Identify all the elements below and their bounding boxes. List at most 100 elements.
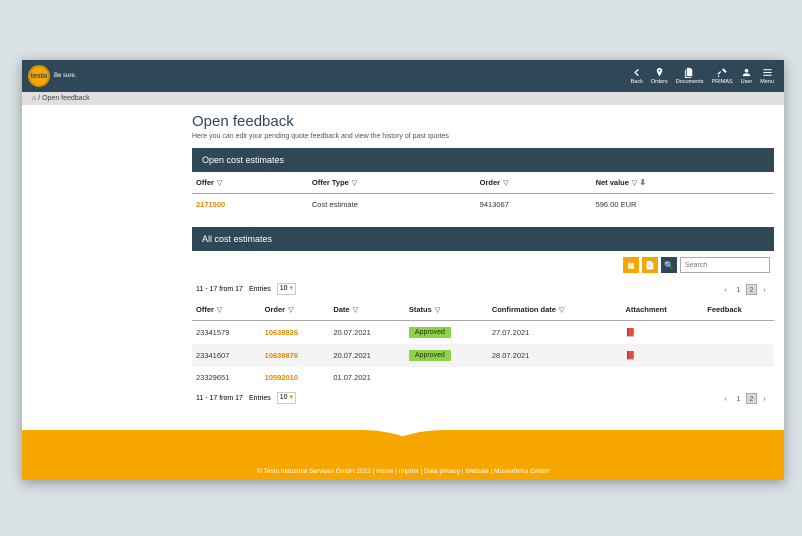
- filter-icon[interactable]: ▽: [632, 179, 637, 187]
- cell-date: 20.07.2021: [329, 321, 405, 345]
- col-date[interactable]: Date▽: [329, 299, 405, 321]
- nav-back[interactable]: Back: [631, 67, 643, 85]
- entries-select[interactable]: 10▾: [277, 283, 296, 295]
- offer-link[interactable]: 2171500: [196, 200, 225, 209]
- cell-confirmation: 27.07.2021: [488, 321, 622, 345]
- table-toolbar: ▦ 📄 🔍: [192, 251, 774, 279]
- pager-info: 11 - 17 from 17: [196, 286, 243, 293]
- app-window: testo Be sure. Back Orders Documents PRI…: [22, 60, 784, 480]
- footer-text[interactable]: © Testo Industrial Services GmbH 2022 | …: [257, 468, 549, 475]
- search-input[interactable]: [680, 257, 770, 273]
- table-row[interactable]: 2171500 Cost estimate 9413067 596.00 EUR: [192, 194, 774, 216]
- table-row[interactable]: 23341579 10638926 20.07.2021 Approved 27.07.…: [192, 321, 774, 345]
- filter-icon[interactable]: ▽: [217, 306, 222, 314]
- col-attachment[interactable]: Attachment: [622, 299, 704, 321]
- panel-open-estimates: Open cost estimates Offer▽ Offer Type▽ O…: [192, 148, 774, 215]
- entries-label: Entries: [249, 395, 271, 402]
- nav-menu-label: Menu: [760, 79, 774, 85]
- entries-select[interactable]: 10▾: [277, 392, 296, 404]
- nav-orders-label: Orders: [651, 79, 668, 85]
- documents-icon: [684, 67, 695, 78]
- table-row[interactable]: 23329651 10592010 01.07.2021: [192, 367, 774, 388]
- cell-status: Approved: [405, 344, 488, 367]
- all-estimates-table: Offer▽ Order▽ Date▽ Status▽ Confirmation…: [192, 299, 774, 388]
- nav-documents-label: Documents: [676, 79, 704, 85]
- cell-date: 20.07.2021: [329, 344, 405, 367]
- pager-page-1[interactable]: 1: [733, 284, 744, 295]
- cell-offer: 23329651: [192, 367, 261, 388]
- pager-prev[interactable]: ‹: [720, 284, 731, 295]
- nav-orders[interactable]: Orders: [651, 67, 668, 85]
- page-title: Open feedback: [192, 113, 774, 130]
- cell-feedback: [703, 321, 774, 345]
- cell-attachment: 📕: [622, 344, 704, 367]
- pager-next[interactable]: ›: [759, 393, 770, 404]
- status-badge: Approved: [409, 327, 451, 338]
- filter-icon[interactable]: ▽: [352, 179, 357, 187]
- nav-user-label: User: [741, 79, 753, 85]
- cell-confirmation: 28.07.2021: [488, 344, 622, 367]
- filter-icon[interactable]: ▽: [217, 179, 222, 187]
- cell-status: [405, 367, 488, 388]
- pager-next[interactable]: ›: [759, 284, 770, 295]
- cell-feedback: [703, 367, 774, 388]
- cell-status: Approved: [405, 321, 488, 345]
- col-status[interactable]: Status▽: [405, 299, 488, 321]
- header-bar: testo Be sure. Back Orders Documents PRI…: [22, 60, 784, 92]
- filter-icon[interactable]: ▽: [353, 306, 358, 314]
- table-row[interactable]: 23341607 10638876 20.07.2021 Approved 28.07.…: [192, 344, 774, 367]
- user-icon: [741, 67, 752, 78]
- cell-date: 01.07.2021: [329, 367, 405, 388]
- status-badge: Approved: [409, 350, 451, 361]
- cell-offer: 23341579: [192, 321, 261, 345]
- menu-icon: [762, 67, 773, 78]
- breadcrumb-current: Open feedback: [42, 95, 89, 102]
- pager-prev[interactable]: ‹: [720, 393, 731, 404]
- col-offer-type[interactable]: Offer Type▽: [308, 172, 476, 194]
- export-button[interactable]: 📄: [642, 257, 658, 273]
- pager-page-1[interactable]: 1: [733, 393, 744, 404]
- panel-all-title: All cost estimates: [192, 227, 774, 251]
- filter-icon[interactable]: ▽: [503, 179, 508, 187]
- cell-attachment: [622, 367, 704, 388]
- open-estimates-table: Offer▽ Offer Type▽ Order▽ Net value▽ ⬇ 2…: [192, 172, 774, 215]
- nav-user[interactable]: User: [741, 67, 753, 85]
- nav-primas[interactable]: PRIMAS: [712, 67, 733, 85]
- col-offer[interactable]: Offer▽: [192, 299, 261, 321]
- pager-page-2[interactable]: 2: [746, 393, 757, 404]
- order-link[interactable]: 10592010: [265, 373, 298, 382]
- page-subtitle: Here you can edit your pending quote fee…: [192, 133, 774, 140]
- pdf-icon[interactable]: 📕: [626, 328, 636, 337]
- cell-offer: 23341607: [192, 344, 261, 367]
- col-order[interactable]: Order▽: [261, 299, 330, 321]
- download-icon[interactable]: ⬇: [639, 178, 646, 187]
- cell-attachment: 📕: [622, 321, 704, 345]
- breadcrumb-home[interactable]: ⌂: [32, 95, 36, 102]
- pdf-icon[interactable]: 📕: [626, 351, 636, 360]
- nav-menu[interactable]: Menu: [760, 67, 774, 85]
- cell-feedback: [703, 344, 774, 367]
- col-net-value[interactable]: Net value▽ ⬇: [592, 172, 774, 194]
- filter-icon[interactable]: ▽: [288, 306, 293, 314]
- col-confirmation[interactable]: Confirmation date▽: [488, 299, 622, 321]
- brand: testo Be sure.: [22, 65, 76, 87]
- nav-back-label: Back: [631, 79, 643, 85]
- col-feedback[interactable]: Feedback: [703, 299, 774, 321]
- pager-page-2[interactable]: 2: [746, 284, 757, 295]
- column-picker-button[interactable]: ▦: [623, 257, 639, 273]
- breadcrumb: ⌂ / Open feedback: [22, 92, 784, 105]
- cell-net-value: 596.00 EUR: [592, 194, 774, 216]
- filter-icon[interactable]: ▽: [559, 306, 564, 314]
- chevron-left-icon: [631, 67, 642, 78]
- panel-open-title: Open cost estimates: [192, 148, 774, 172]
- entries-label: Entries: [249, 286, 271, 293]
- cell-order: 9413067: [476, 194, 592, 216]
- order-link[interactable]: 10638876: [265, 351, 298, 360]
- col-order[interactable]: Order▽: [476, 172, 592, 194]
- order-link[interactable]: 10638926: [265, 328, 298, 337]
- col-offer[interactable]: Offer▽: [192, 172, 308, 194]
- search-button[interactable]: 🔍: [661, 257, 677, 273]
- nav-documents[interactable]: Documents: [676, 67, 704, 85]
- pager-info: 11 - 17 from 17: [196, 395, 243, 402]
- filter-icon[interactable]: ▽: [435, 306, 440, 314]
